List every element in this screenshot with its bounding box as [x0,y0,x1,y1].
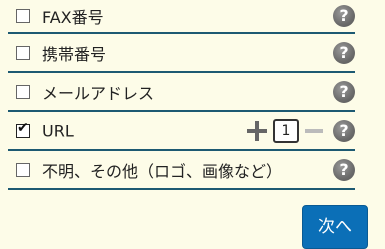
option-list: FAX番号 ? 携帯番号 ? メールアドレス ? ✔ URL 1 ? 不明、その… [8,0,355,190]
url-count-value: 1 [273,118,299,143]
other-checkbox[interactable] [16,162,30,177]
mobile-checkbox[interactable] [16,45,30,60]
help-icon[interactable]: ? [333,80,355,103]
url-checkbox[interactable]: ✔ [16,119,30,138]
email-checkbox[interactable] [16,84,30,99]
help-icon[interactable]: ? [333,5,355,27]
help-icon[interactable]: ? [333,41,355,64]
option-row-other[interactable]: 不明、その他（ロゴ、画像など） ? [8,151,355,190]
next-button[interactable]: 次へ [302,205,368,249]
option-label-url: URL [42,121,74,140]
fax-checkbox[interactable] [16,9,30,23]
help-icon[interactable]: ? [333,158,355,181]
option-label-email: メールアドレス [42,83,155,103]
minus-icon[interactable] [305,128,323,133]
option-row-email[interactable]: メールアドレス ? [8,73,355,112]
help-icon[interactable]: ? [333,119,355,142]
option-label-mobile: 携帯番号 [42,44,107,64]
plus-icon[interactable] [247,120,267,141]
url-count-stepper: 1 [247,118,323,143]
option-row-fax[interactable]: FAX番号 ? [8,0,355,34]
option-label-other: 不明、その他（ロゴ、画像など） [42,161,283,181]
option-label-fax: FAX番号 [42,8,104,27]
checkmark-icon: ✔ [17,119,29,136]
option-row-url[interactable]: ✔ URL 1 ? [8,112,355,151]
option-row-mobile[interactable]: 携帯番号 ? [8,34,355,73]
